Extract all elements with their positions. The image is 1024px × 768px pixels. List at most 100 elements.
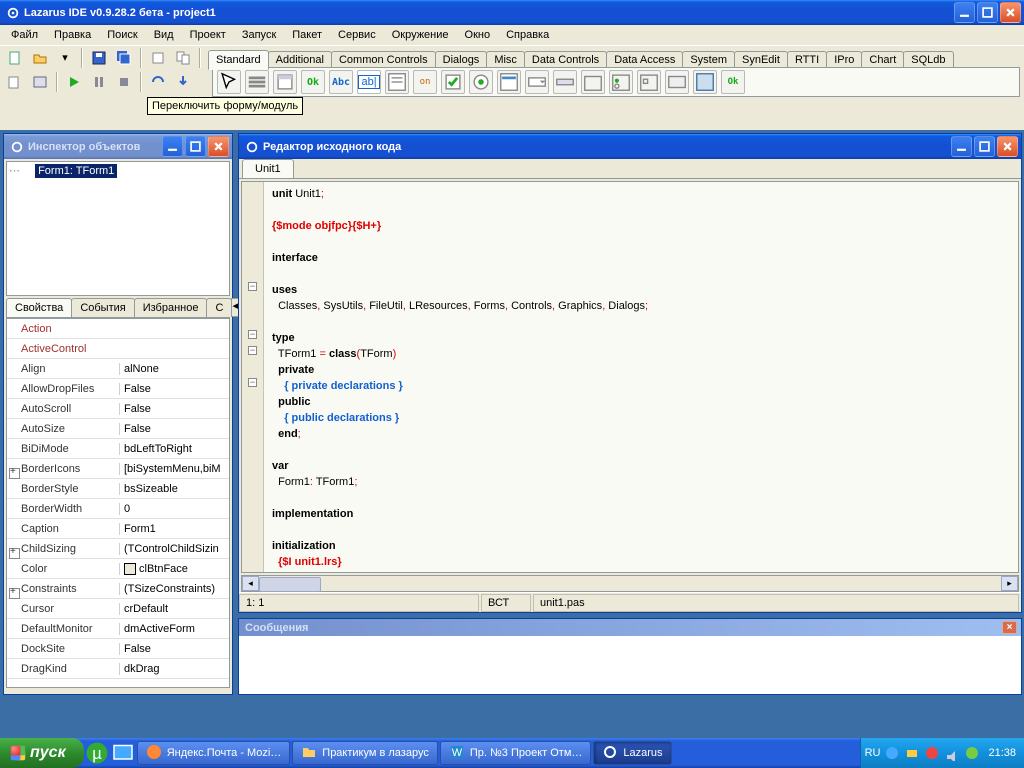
tree-item-form1[interactable]: Form1: TForm1 (35, 164, 117, 178)
toggle-form-icon[interactable] (172, 47, 194, 69)
listbox-icon[interactable] (497, 70, 521, 94)
menu-search[interactable]: Поиск (100, 27, 144, 43)
code-editor[interactable]: − − − − unit Unit1; {$mode objfpc}{$H+} … (241, 181, 1019, 573)
maximize-button[interactable] (977, 2, 998, 23)
minimize-button[interactable] (162, 136, 183, 157)
property-row[interactable]: AlignalNone (7, 359, 229, 379)
property-row[interactable]: DefaultMonitordmActiveForm (7, 619, 229, 639)
tray-icon[interactable] (884, 745, 900, 761)
property-value[interactable]: (TSizeConstraints) (119, 583, 229, 595)
start-button[interactable]: пуск (0, 738, 84, 768)
property-row[interactable]: AllowDropFilesFalse (7, 379, 229, 399)
property-value[interactable]: alNone (119, 363, 229, 375)
tab-ipro[interactable]: IPro (826, 51, 862, 69)
popupmenu-icon[interactable] (273, 70, 297, 94)
tab-extra[interactable]: С (206, 298, 232, 317)
property-value[interactable]: False (119, 643, 229, 655)
tab-events[interactable]: События (71, 298, 134, 317)
menu-run[interactable]: Запуск (235, 27, 283, 43)
property-value[interactable]: dmActiveForm (119, 623, 229, 635)
menu-edit[interactable]: Правка (47, 27, 98, 43)
tab-dialogs[interactable]: Dialogs (435, 51, 488, 69)
view-units-icon[interactable] (4, 71, 26, 93)
run-icon[interactable] (63, 71, 85, 93)
new-form-icon[interactable] (147, 47, 169, 69)
property-row[interactable]: CaptionForm1 (7, 519, 229, 539)
minimize-button[interactable] (951, 136, 972, 157)
property-row[interactable]: AutoSizeFalse (7, 419, 229, 439)
frame-icon[interactable] (693, 70, 717, 94)
quicklaunch-utorrent-icon[interactable]: µ (85, 741, 109, 765)
panel-icon[interactable] (665, 70, 689, 94)
togglebox-icon[interactable]: on (413, 70, 437, 94)
property-grid[interactable]: ActionActiveControlAlignalNoneAllowDropF… (6, 318, 230, 688)
tray-icon[interactable] (904, 745, 920, 761)
property-value[interactable]: bsSizeable (119, 483, 229, 495)
tab-rtti[interactable]: RTTI (787, 51, 827, 69)
actionlist-icon[interactable]: Ok (721, 70, 745, 94)
open-icon[interactable] (29, 47, 51, 69)
property-row[interactable]: ColorclBtnFace (7, 559, 229, 579)
tab-sqldb[interactable]: SQLdb (903, 51, 953, 69)
property-row[interactable]: CursorcrDefault (7, 599, 229, 619)
taskbar-button[interactable]: WПр. №3 Проект Отм… (440, 741, 592, 765)
component-tree[interactable]: ⋯ Form1: TForm1 (6, 161, 230, 296)
edit-icon[interactable]: ab| (357, 70, 381, 94)
property-value[interactable]: 0 (119, 503, 229, 515)
maximize-button[interactable] (974, 136, 995, 157)
property-value[interactable]: clBtnFace (119, 563, 229, 575)
menu-package[interactable]: Пакет (285, 27, 329, 43)
property-row[interactable]: Constraints(TSizeConstraints) (7, 579, 229, 599)
save-all-icon[interactable] (113, 47, 135, 69)
fold-icon[interactable]: − (248, 282, 257, 291)
radiobutton-icon[interactable] (469, 70, 493, 94)
close-button[interactable] (1000, 2, 1021, 23)
tray-icon[interactable] (944, 745, 960, 761)
main-titlebar[interactable]: Lazarus IDE v0.9.28.2 бета - project1 (0, 0, 1024, 25)
radiogroup-icon[interactable] (609, 70, 633, 94)
property-row[interactable]: ActiveControl (7, 339, 229, 359)
messages-body[interactable] (239, 636, 1021, 694)
property-value[interactable]: crDefault (119, 603, 229, 615)
tab-common-controls[interactable]: Common Controls (331, 51, 436, 69)
property-row[interactable]: DragKinddkDrag (7, 659, 229, 679)
property-value[interactable]: False (119, 403, 229, 415)
property-value[interactable]: False (119, 383, 229, 395)
editor-titlebar[interactable]: Редактор исходного кода (239, 134, 1021, 159)
tray-icon[interactable] (924, 745, 940, 761)
close-button[interactable] (997, 136, 1018, 157)
memo-icon[interactable] (385, 70, 409, 94)
language-indicator[interactable]: RU (865, 747, 881, 759)
scroll-left-icon[interactable]: ◂ (242, 576, 259, 591)
taskbar-button[interactable]: Практикум в лазарус (292, 741, 438, 765)
fold-icon[interactable]: − (248, 346, 257, 355)
fold-icon[interactable]: − (248, 378, 257, 387)
property-value[interactable]: Form1 (119, 523, 229, 535)
fold-icon[interactable]: − (248, 330, 257, 339)
tab-data-access[interactable]: Data Access (606, 51, 683, 69)
step-into-icon[interactable] (172, 71, 194, 93)
horizontal-scrollbar[interactable]: ◂ ▸ (241, 575, 1019, 592)
close-button[interactable] (208, 136, 229, 157)
stop-icon[interactable] (113, 71, 135, 93)
tab-misc[interactable]: Misc (486, 51, 525, 69)
tab-standard[interactable]: Standard (208, 50, 269, 70)
label-icon[interactable]: Abc (329, 70, 353, 94)
mainmenu-icon[interactable] (245, 70, 269, 94)
taskbar-button[interactable]: Lazarus (593, 741, 671, 765)
property-value[interactable]: dkDrag (119, 663, 229, 675)
menu-window[interactable]: Окно (458, 27, 498, 43)
combobox-icon[interactable] (525, 70, 549, 94)
clock[interactable]: 21:38 (988, 747, 1016, 759)
button-icon[interactable]: Ok (301, 70, 325, 94)
maximize-button[interactable] (185, 136, 206, 157)
file-tab-unit1[interactable]: Unit1 (242, 159, 294, 178)
messages-titlebar[interactable]: Сообщения × (239, 619, 1021, 636)
source-code[interactable]: unit Unit1; {$mode objfpc}{$H+} interfac… (242, 182, 1018, 573)
property-row[interactable]: BorderStylebsSizeable (7, 479, 229, 499)
tab-chart[interactable]: Chart (861, 51, 904, 69)
tab-properties[interactable]: Свойства (6, 298, 72, 317)
tab-favorites[interactable]: Избранное (134, 298, 208, 317)
pause-icon[interactable] (88, 71, 110, 93)
pointer-icon[interactable] (217, 70, 241, 94)
